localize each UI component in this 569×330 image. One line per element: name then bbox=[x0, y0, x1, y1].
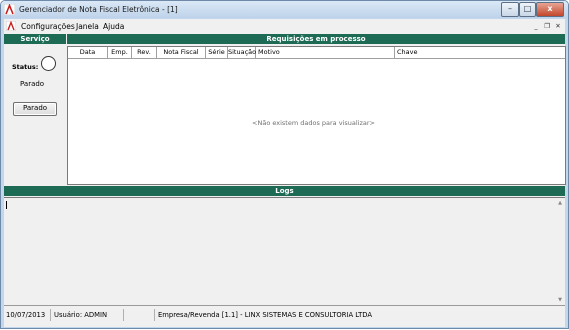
status-date: 10/07/2013 bbox=[4, 309, 51, 321]
menu-janela[interactable]: Janela bbox=[76, 22, 99, 31]
status-label: Status: bbox=[12, 63, 39, 71]
menu-configuracoes[interactable]: Configurações bbox=[21, 22, 75, 31]
mdi-restore-button[interactable]: ❐ bbox=[542, 22, 552, 31]
logs-header: Logs bbox=[4, 186, 565, 196]
service-header: Serviço bbox=[4, 34, 66, 44]
window-title: Gerenciador de Nota Fiscal Eletrônica - … bbox=[19, 5, 178, 14]
status-bar: 10/07/2013 Usuário: ADMIN Empresa/Revend… bbox=[4, 308, 565, 322]
column-header-data[interactable]: Data bbox=[68, 47, 108, 58]
mdi-minimize-button[interactable]: _ bbox=[531, 22, 541, 31]
mdi-close-button[interactable]: ✕ bbox=[553, 22, 563, 31]
status-indicator-icon bbox=[41, 56, 56, 71]
mdi-app-icon[interactable] bbox=[6, 21, 16, 31]
close-button[interactable]: x bbox=[536, 2, 564, 17]
column-header-rev[interactable]: Rev. bbox=[132, 47, 157, 58]
requests-grid[interactable]: Data Emp. Rev. Nota Fiscal Série Situaçã… bbox=[67, 46, 566, 185]
app-window: Gerenciador de Nota Fiscal Eletrônica - … bbox=[0, 0, 569, 329]
menu-bar: Configurações Janela Ajuda _ ❐ ✕ bbox=[4, 19, 565, 32]
column-header-serie[interactable]: Série bbox=[206, 47, 228, 58]
service-toggle-button[interactable]: Parado bbox=[13, 102, 57, 116]
text-caret bbox=[6, 201, 7, 209]
column-header-motivo[interactable]: Motivo bbox=[256, 47, 395, 58]
menu-ajuda[interactable]: Ajuda bbox=[103, 22, 124, 31]
column-header-emp[interactable]: Emp. bbox=[108, 47, 132, 58]
empty-grid-message-row: <Não existem dados para visualizar> bbox=[68, 119, 565, 127]
title-bar[interactable]: Gerenciador de Nota Fiscal Eletrônica - … bbox=[1, 1, 568, 18]
empty-grid-message: <Não existem dados para visualizar> bbox=[252, 119, 375, 127]
column-header-nota-fiscal[interactable]: Nota Fiscal bbox=[157, 47, 206, 58]
logs-textarea[interactable]: ▲ ▼ bbox=[4, 197, 565, 306]
app-logo-icon bbox=[4, 4, 15, 15]
status-user: Usuário: ADMIN bbox=[52, 309, 124, 321]
status-company: Empresa/Revenda [1.1] - LINX SISTEMAS E … bbox=[158, 311, 373, 319]
maximize-button[interactable]: □ bbox=[519, 2, 536, 17]
column-header-situacao[interactable]: Situação bbox=[228, 47, 256, 58]
client-area: Configurações Janela Ajuda _ ❐ ✕ Serviço… bbox=[4, 19, 566, 327]
status-spacer bbox=[125, 309, 155, 321]
scroll-down-arrow-icon[interactable]: ▼ bbox=[558, 297, 562, 303]
status-value: Parado bbox=[20, 80, 45, 88]
requests-header: Requisições em processo bbox=[67, 34, 565, 44]
grid-header: Data Emp. Rev. Nota Fiscal Série Situaçã… bbox=[68, 47, 565, 59]
scroll-up-arrow-icon[interactable]: ▲ bbox=[558, 200, 562, 206]
column-header-chave[interactable]: Chave bbox=[395, 47, 565, 58]
minimize-button[interactable]: – bbox=[501, 2, 519, 17]
